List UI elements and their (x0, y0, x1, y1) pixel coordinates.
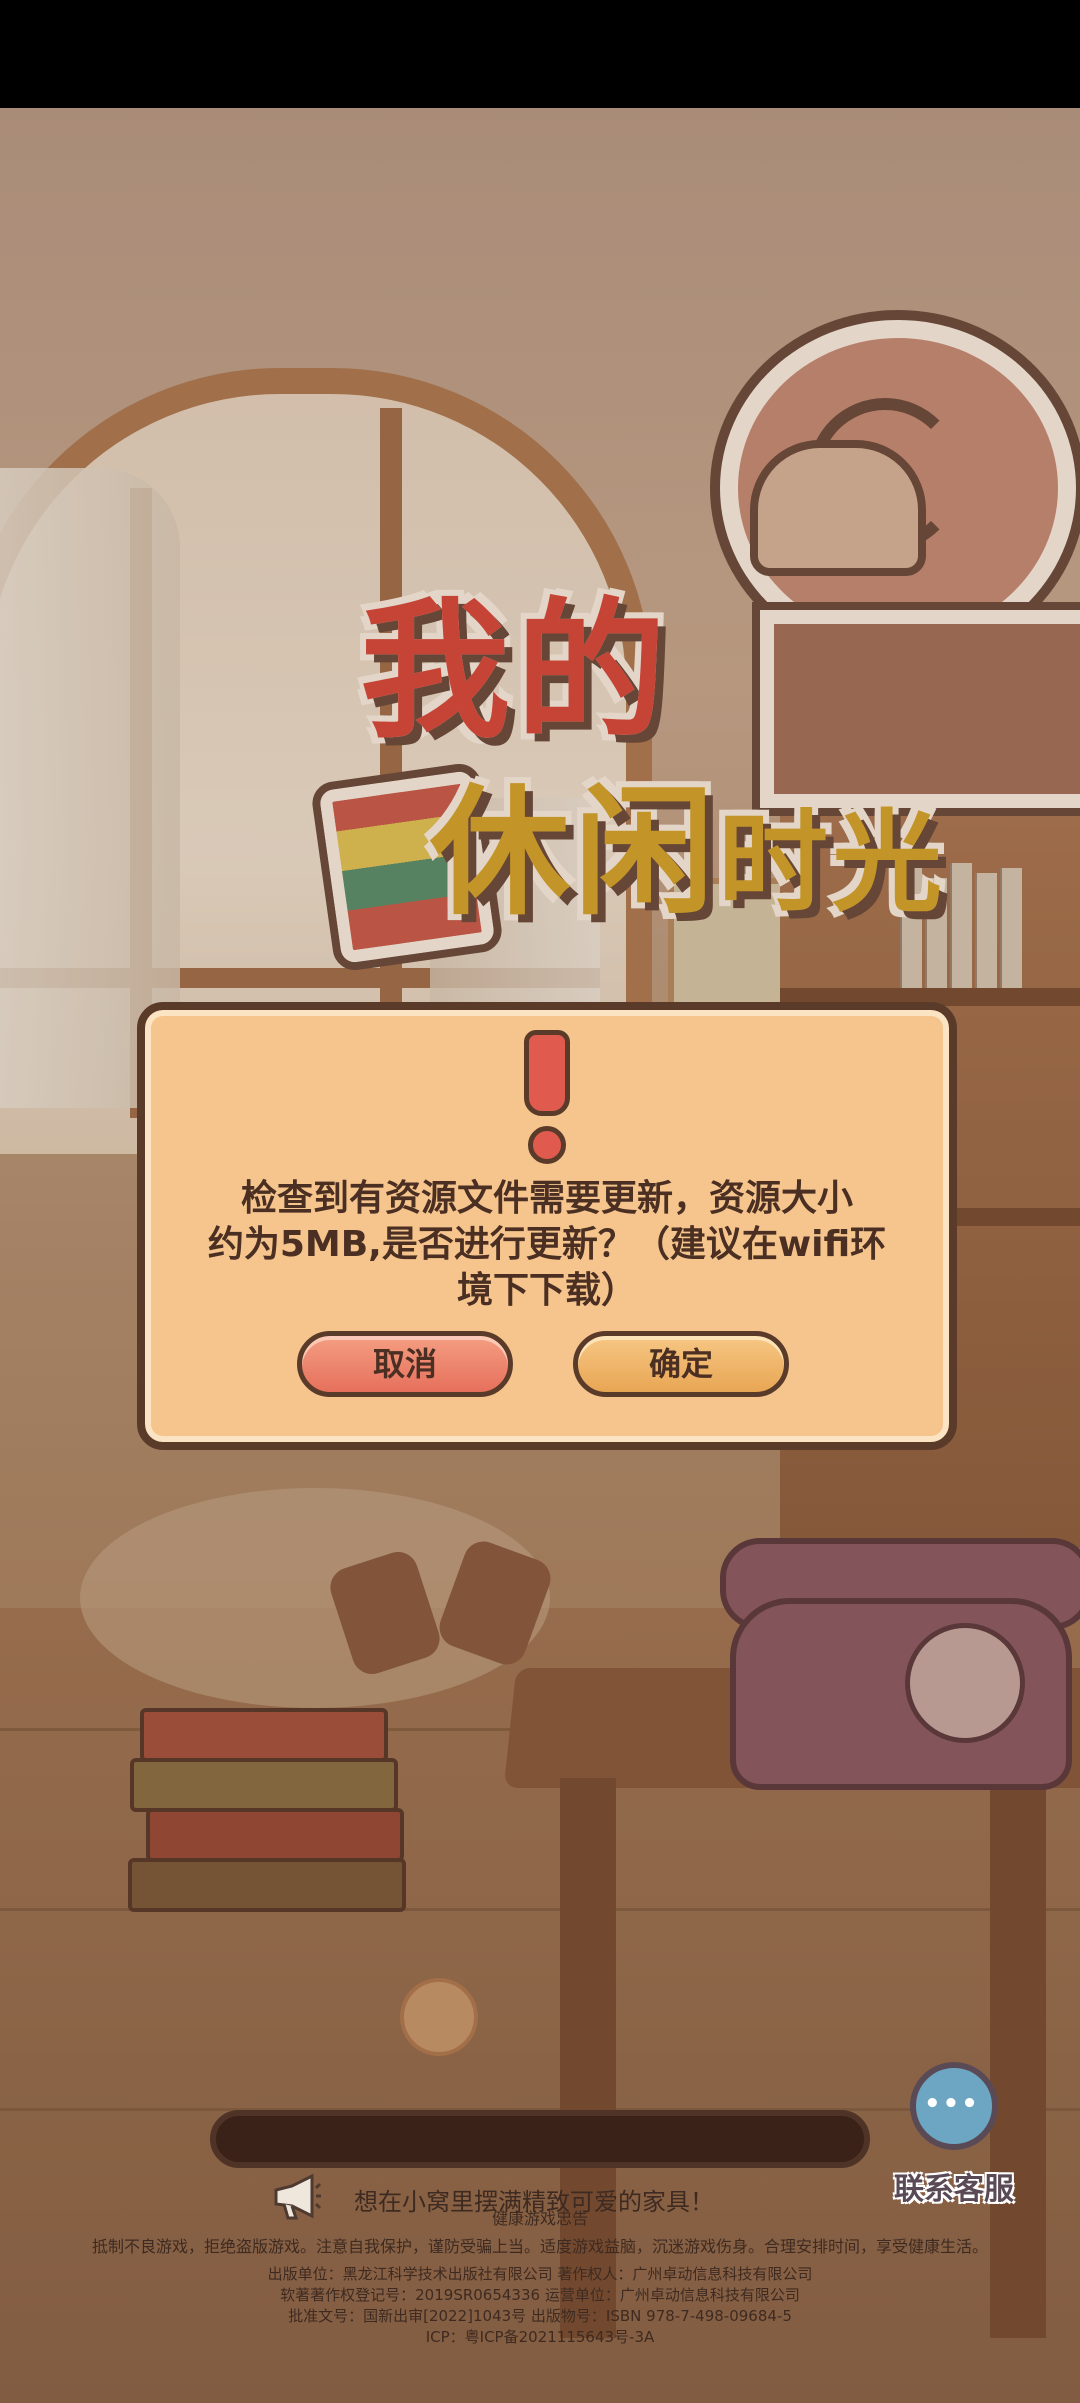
update-dialog: 检查到有资源文件需要更新，资源大小 约为5MB,是否进行更新？（建议在wifi环… (137, 1002, 957, 1450)
chat-dots-icon: ••• (924, 2089, 980, 2119)
exclamation-dot (528, 1126, 566, 1164)
customer-service-button[interactable]: ••• 联系客服 (884, 2056, 1024, 2207)
health-notice-title: 健康游戏忠告 (491, 2209, 588, 2228)
icp-info: ICP：粤ICP备2021115643号-3A (425, 2328, 655, 2346)
dialog-message-line: 约为5MB,是否进行更新？（建议在wifi环 (207, 1224, 887, 1265)
dialog-message-line: 检查到有资源文件需要更新，资源大小 (240, 1178, 853, 1219)
health-notice-text: 抵制不良游戏，拒绝盗版游戏。注意自我保护，谨防受骗上当。适度游戏益脑，沉迷游戏伤… (91, 2237, 988, 2256)
status-bar (0, 0, 1080, 108)
publisher-info: 出版单位：黑龙江科学技术出版社有限公司 著作权人：广州卓动信息科技有限公司 (267, 2265, 813, 2283)
loading-progress-bar (210, 2110, 870, 2168)
approval-info: 批准文号：国新出审[2022]1043号 出版物号：ISBN 978-7-498… (288, 2307, 792, 2325)
exclamation-bar (524, 1030, 570, 1116)
customer-service-label: 联系客服 (894, 2172, 1014, 2207)
exclamation-icon (520, 1030, 574, 1164)
copyright-info: 软著著作权登记号：2019SR0654336 运营单位：广州卓动信息科技有限公司 (280, 2286, 800, 2304)
confirm-button[interactable]: 确定 (573, 1331, 789, 1397)
dialog-message: 检查到有资源文件需要更新，资源大小 约为5MB,是否进行更新？（建议在wifi环… (185, 1176, 909, 1314)
cancel-button[interactable]: 取消 (297, 1331, 513, 1397)
dialog-message-line: 境下下载） (456, 1270, 637, 1311)
health-notice-footer: 健康游戏忠告 抵制不良游戏，拒绝盗版游戏。注意自我保护，谨防受骗上当。适度游戏益… (0, 2205, 1080, 2347)
